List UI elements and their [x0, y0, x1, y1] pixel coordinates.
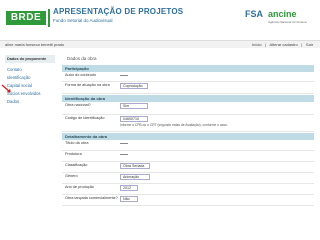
app-title: APRESENTAÇÃO DE PROJETOS: [53, 7, 184, 16]
empty-value: [120, 153, 128, 155]
sidebar-item-contato[interactable]: Contato: [5, 65, 55, 73]
field-label: Obra lançada comercialmente?: [65, 196, 118, 200]
obra-nacional-select[interactable]: Sim: [120, 103, 148, 109]
main-content: Dados da obra Participação Autor do cont…: [62, 55, 314, 235]
field-label: Autor do conteúdo: [65, 73, 97, 77]
link-alterar-cadastro[interactable]: Alterar cadastro: [270, 42, 298, 47]
field-value: 2012: [120, 184, 314, 194]
empty-value: [120, 74, 128, 76]
page-title: Dados da obra: [67, 56, 97, 61]
ancine-logo: ancine: [268, 9, 297, 19]
brde-logo[interactable]: BRDE: [6, 11, 46, 25]
sidebar-title: Dados do proponente: [5, 55, 55, 63]
form-row: Ano de produção 2012: [62, 184, 314, 195]
atuacao-select[interactable]: Coprodução: [120, 83, 148, 89]
ano-select[interactable]: 2012: [120, 185, 138, 191]
form-row: Forma de atuação na obra Coprodução: [62, 82, 314, 94]
link-sair[interactable]: Sair: [306, 42, 313, 47]
sidebar-item-identificacao[interactable]: Identificação: [5, 73, 55, 81]
empty-value: [120, 142, 128, 144]
codigo-input[interactable]: 04600710: [120, 116, 148, 122]
fsa-logo: FSA: [245, 9, 263, 19]
field-label: Ano de produção: [65, 185, 94, 189]
field-value: Obra Seriada: [120, 162, 314, 172]
ancine-subtitle: Agência Nacional do Cinema: [268, 20, 307, 24]
field-label: Título da obra: [65, 141, 89, 145]
field-value: Não: [120, 195, 314, 205]
app-subtitle: Fundo Setorial do Audiovisual: [53, 18, 113, 23]
field-value: [120, 151, 314, 161]
link-inicio[interactable]: Início: [252, 42, 262, 47]
field-label: Código de identificação: [65, 116, 105, 120]
form-row: Obra nacional? Sim: [62, 102, 314, 115]
field-label: Obra nacional?: [65, 103, 91, 107]
field-label: Classificação: [65, 163, 88, 167]
form-row: Obra lançada comercialmente? Não: [62, 195, 314, 206]
codigo-help-text: Informe o CPB ou o CRT (segundo estas de…: [120, 122, 228, 127]
user-links: Início | Alterar cadastro | Sair: [252, 42, 314, 47]
field-label: Forma de atuação na obra: [65, 83, 110, 87]
field-value: Coprodução: [120, 82, 314, 93]
user-bar: aline maria fonseca benetti prado Início…: [0, 40, 320, 48]
field-value: [120, 72, 314, 81]
section-identificacao: Identificação da obra: [62, 95, 314, 102]
lancada-select[interactable]: Não: [120, 196, 138, 202]
user-name: aline maria fonseca benetti prado: [5, 42, 65, 47]
form-row: Título da obra: [62, 140, 314, 151]
genero-select[interactable]: Animação: [120, 174, 150, 180]
annotation-arrow-icon: [1, 84, 11, 93]
field-label: Gênero: [65, 174, 78, 178]
form-row: Produtora: [62, 151, 314, 162]
logo-divider: [48, 9, 50, 27]
sidebar-item-dados[interactable]: Dados: [5, 98, 55, 106]
field-value: 04600710 Informe o CPB ou o CRT (segundo…: [120, 115, 314, 131]
form-row: Autor do conteúdo: [62, 72, 314, 82]
form-row: Código de identificação 04600710 Informe…: [62, 115, 314, 132]
section-detalhamento: Detalhamento da obra: [62, 133, 314, 140]
section-participacao: Participação: [62, 65, 314, 72]
field-value: [120, 140, 314, 150]
field-value: Animação: [120, 173, 314, 183]
form-row: Gênero Animação: [62, 173, 314, 184]
classificacao-select[interactable]: Obra Seriada: [120, 163, 150, 169]
form-row: Classificação Obra Seriada: [62, 162, 314, 173]
field-label: Produtora: [65, 152, 82, 156]
field-value: Sim: [120, 102, 314, 114]
app-header: BRDE APRESENTAÇÃO DE PROJETOS Fundo Seto…: [0, 0, 320, 34]
